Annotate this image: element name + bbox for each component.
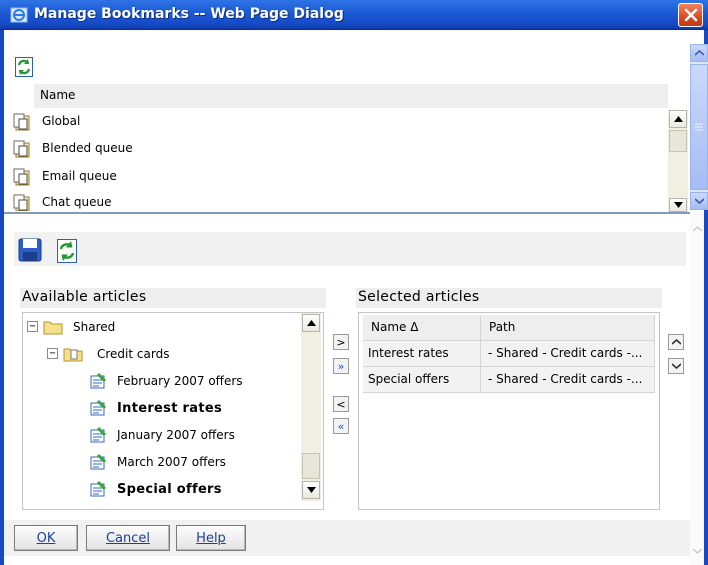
tree-node-credit-cards[interactable]: − Credit cards xyxy=(47,345,297,365)
collapse-toggle[interactable]: − xyxy=(27,321,38,332)
cell-path: - Shared - Credit cards -... xyxy=(481,367,655,393)
queue-label: Global xyxy=(42,114,81,128)
queue-label: Chat queue xyxy=(42,195,112,209)
grip-icon xyxy=(695,123,703,131)
tree-node-article[interactable]: January 2007 offers xyxy=(89,426,299,448)
list-item[interactable]: Global xyxy=(4,110,664,136)
scroll-up-button[interactable] xyxy=(690,44,708,62)
tree-node-article[interactable]: March 2007 offers xyxy=(89,453,299,475)
add-all-button[interactable]: » xyxy=(333,358,349,374)
cancel-button[interactable]: Cancel xyxy=(86,525,170,551)
tree-node-shared[interactable]: − Shared xyxy=(27,318,297,338)
arrow-up-icon xyxy=(673,116,683,122)
move-down-button[interactable] xyxy=(668,358,684,374)
top-pane-scrollbar[interactable] xyxy=(690,44,708,210)
queue-icon xyxy=(13,168,30,186)
close-icon xyxy=(684,8,697,22)
column-header-path[interactable]: Path xyxy=(481,315,655,341)
chevron-up-icon xyxy=(694,50,704,56)
refresh-icon[interactable] xyxy=(14,56,34,78)
tree-node-label: February 2007 offers xyxy=(117,374,243,388)
scroll-up-button[interactable] xyxy=(302,314,320,332)
collapse-toggle[interactable]: − xyxy=(47,348,58,359)
list-item[interactable]: Blended queue xyxy=(4,137,664,163)
cancel-button-label: Cancel xyxy=(105,530,151,546)
tree-node-label: January 2007 offers xyxy=(117,428,235,442)
queue-icon xyxy=(13,113,30,131)
queue-icon xyxy=(13,140,30,158)
scroll-up-button[interactable] xyxy=(669,110,687,128)
scroll-down-button[interactable] xyxy=(302,481,320,499)
selected-articles-header: Selected articles xyxy=(356,288,662,308)
article-icon xyxy=(90,453,107,470)
help-button[interactable]: Help xyxy=(176,525,246,551)
arrow-up-icon xyxy=(306,320,316,326)
cell-path: - Shared - Credit cards -... xyxy=(481,341,655,367)
title-bar: Manage Bookmarks -- Web Page Dialog xyxy=(0,0,708,30)
chevron-up-icon xyxy=(693,226,702,232)
tree-node-article[interactable]: Interest rates xyxy=(89,399,299,421)
table-row[interactable]: Special offers - Shared - Credit cards -… xyxy=(363,367,655,393)
chevron-down-icon xyxy=(671,363,681,369)
ok-button-label: OK xyxy=(36,530,56,546)
tree-node-label: Shared xyxy=(73,320,116,334)
cell-name: Interest rates xyxy=(363,341,481,367)
tree-node-label: Credit cards xyxy=(97,347,170,361)
arrow-down-icon xyxy=(673,202,683,208)
list-item[interactable]: Email queue xyxy=(4,165,664,191)
chevron-down-icon xyxy=(693,548,702,554)
column-header-name[interactable]: Name Δ xyxy=(363,315,481,341)
articles-toolbar xyxy=(14,232,686,266)
help-button-label: Help xyxy=(196,530,226,546)
ie-icon xyxy=(10,7,28,23)
chevron-down-icon xyxy=(694,198,704,204)
scroll-thumb[interactable] xyxy=(302,453,320,479)
queue-icon xyxy=(13,194,30,211)
add-selected-button[interactable]: > xyxy=(333,334,349,350)
tree-node-article[interactable]: Special offers xyxy=(89,480,299,502)
chevron-up-icon xyxy=(671,339,681,345)
queue-column-header[interactable]: Name xyxy=(34,84,668,108)
table-row[interactable]: Interest rates - Shared - Credit cards -… xyxy=(363,341,655,367)
article-icon xyxy=(90,480,107,497)
tree-node-label: Interest rates xyxy=(117,401,222,416)
folder-icon xyxy=(43,321,63,335)
folder-icon xyxy=(63,348,83,362)
move-up-button[interactable] xyxy=(668,334,684,350)
tree-node-label: Special offers xyxy=(117,482,222,497)
queue-label: Blended queue xyxy=(42,141,133,155)
queue-scrollbar[interactable] xyxy=(668,110,688,212)
ok-button[interactable]: OK xyxy=(14,525,78,551)
article-icon xyxy=(90,399,107,416)
scroll-down-button[interactable] xyxy=(690,192,708,210)
tree-node-label: March 2007 offers xyxy=(117,455,226,469)
scroll-thumb[interactable] xyxy=(669,130,687,152)
save-icon[interactable] xyxy=(18,238,42,262)
available-articles-tree: − Shared − Credit cards February 2007 of… xyxy=(22,312,324,510)
arrow-down-icon xyxy=(306,487,316,493)
tree-node-article[interactable]: February 2007 offers xyxy=(89,372,299,394)
tree-scrollbar[interactable] xyxy=(301,313,321,501)
available-articles-header: Available articles xyxy=(20,288,326,308)
close-button[interactable] xyxy=(678,3,703,27)
bottom-pane-scrollbar[interactable] xyxy=(690,214,704,565)
queue-label: Email queue xyxy=(42,169,117,183)
refresh-icon[interactable] xyxy=(56,238,78,264)
scroll-thumb[interactable] xyxy=(690,64,708,190)
list-item[interactable]: Chat queue xyxy=(4,191,664,211)
window-title: Manage Bookmarks -- Web Page Dialog xyxy=(34,6,344,22)
scroll-down-button[interactable] xyxy=(669,198,687,212)
article-icon xyxy=(90,372,107,389)
article-icon xyxy=(90,426,107,443)
selected-articles-table: Name Δ Path Interest rates - Shared - Cr… xyxy=(358,312,660,510)
remove-selected-button[interactable]: < xyxy=(333,396,349,412)
cell-name: Special offers xyxy=(363,367,481,393)
remove-all-button[interactable]: « xyxy=(333,418,349,434)
